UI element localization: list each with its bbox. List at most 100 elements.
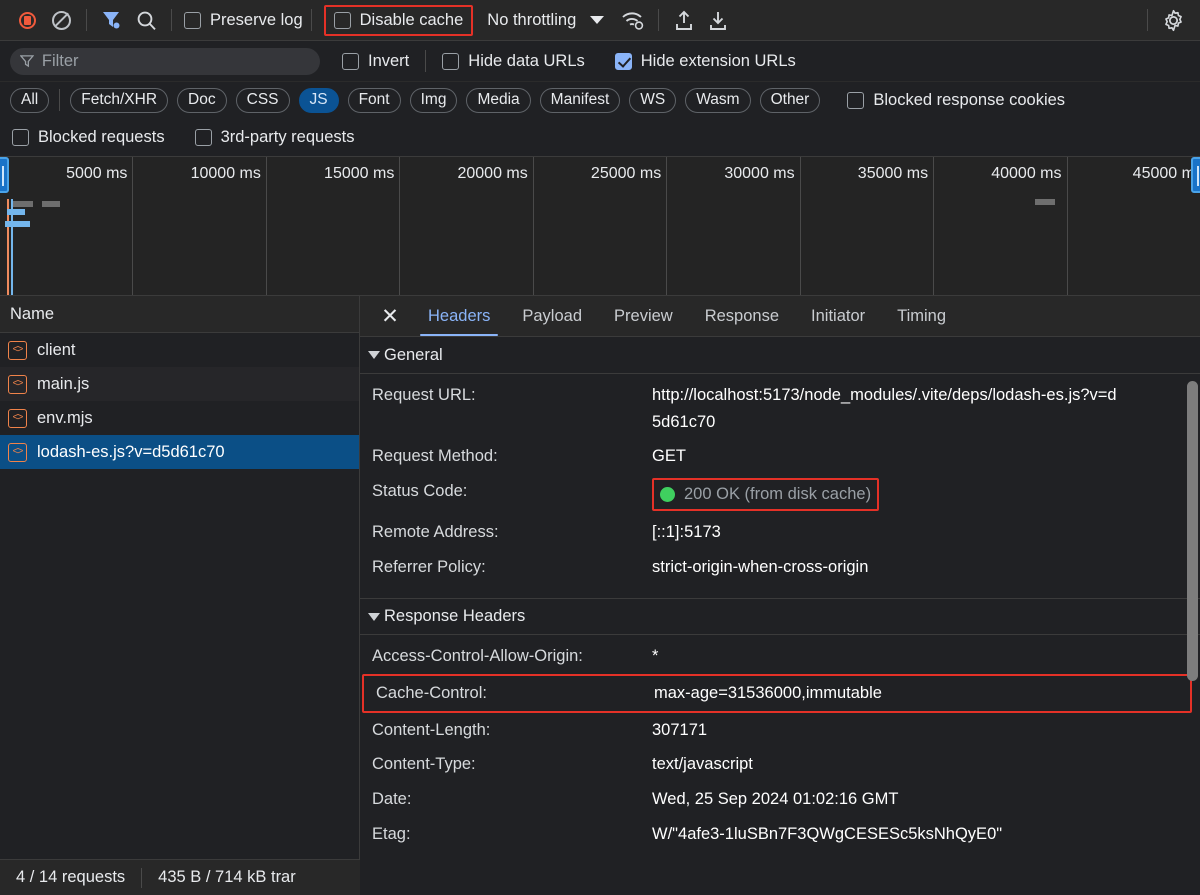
js-file-icon: <> — [8, 375, 27, 394]
third-party-requests-box[interactable] — [195, 129, 212, 146]
filter-funnel-icon[interactable] — [95, 3, 129, 37]
network-overview-timeline[interactable]: 5000 ms 10000 ms 15000 ms 20000 ms 25000… — [0, 156, 1200, 296]
header-value: max-age=31536000,immutable — [654, 680, 882, 707]
timeline-tick: 15000 ms — [267, 157, 400, 295]
general-section-header[interactable]: General — [360, 337, 1200, 374]
toolbar-divider-4 — [658, 9, 659, 31]
tab-timing[interactable]: Timing — [881, 296, 962, 336]
chip-css[interactable]: CSS — [236, 88, 290, 113]
header-row-cache-control: Cache-Control: max-age=31536000,immutabl… — [362, 674, 1192, 713]
timeline-tick: 30000 ms — [667, 157, 800, 295]
chip-manifest[interactable]: Manifest — [540, 88, 621, 113]
header-value[interactable]: http://localhost:5173/node_modules/.vite… — [652, 382, 1122, 435]
invert-label: Invert — [368, 52, 409, 71]
header-row-content-type: Content-Type: text/javascript — [360, 747, 1200, 782]
hide-extension-urls-box[interactable] — [615, 53, 632, 70]
tab-headers[interactable]: Headers — [412, 296, 506, 336]
chip-font[interactable]: Font — [348, 88, 401, 113]
header-key: Date: — [372, 786, 652, 813]
header-row-date: Date: Wed, 25 Sep 2024 01:02:16 GMT — [360, 782, 1200, 817]
preserve-log-checkbox[interactable]: Preserve log — [184, 11, 303, 30]
resource-type-filters: All Fetch/XHR Doc CSS JS Font Img Media … — [0, 82, 1200, 118]
header-row-request-url: Request URL: http://localhost:5173/node_… — [360, 374, 1200, 439]
headers-content: General Request URL: http://localhost:51… — [360, 337, 1200, 895]
chip-fetch-xhr[interactable]: Fetch/XHR — [70, 88, 168, 113]
chip-img[interactable]: Img — [410, 88, 458, 113]
timeline-left-handle[interactable] — [0, 157, 9, 193]
devtools-network-panel: Preserve log Disable cache No throttling — [0, 0, 1200, 895]
header-row-status-code: Status Code: 200 OK (from disk cache) — [360, 474, 1200, 515]
header-value: Wed, 25 Sep 2024 01:02:16 GMT — [652, 786, 898, 813]
blocked-requests-box[interactable] — [12, 129, 29, 146]
tab-response[interactable]: Response — [689, 296, 795, 336]
table-row[interactable]: <> client — [0, 333, 359, 367]
tab-payload[interactable]: Payload — [506, 296, 598, 336]
request-list-header[interactable]: Name — [0, 296, 359, 333]
response-headers-section-header[interactable]: Response Headers — [360, 598, 1200, 635]
network-conditions-icon[interactable] — [616, 3, 650, 37]
timeline-tick: 40000 ms — [934, 157, 1067, 295]
hide-data-urls-box[interactable] — [442, 53, 459, 70]
import-har-icon[interactable] — [667, 3, 701, 37]
filter-text-field[interactable] — [42, 52, 310, 71]
invert-box[interactable] — [342, 53, 359, 70]
response-headers-section-title: Response Headers — [384, 607, 525, 626]
header-key: Referrer Policy: — [372, 554, 652, 581]
close-icon[interactable]: ✕ — [368, 296, 412, 336]
hide-extension-urls-checkbox[interactable]: Hide extension URLs — [615, 52, 796, 71]
column-header-name: Name — [10, 305, 54, 324]
export-har-icon[interactable] — [701, 3, 735, 37]
blocked-requests-checkbox[interactable]: Blocked requests — [12, 128, 165, 147]
third-party-requests-checkbox[interactable]: 3rd-party requests — [195, 128, 355, 147]
chip-other[interactable]: Other — [760, 88, 821, 113]
invert-checkbox[interactable]: Invert — [342, 52, 409, 71]
header-key: Request URL: — [372, 382, 652, 409]
gear-icon[interactable] — [1156, 3, 1190, 37]
hide-data-urls-checkbox[interactable]: Hide data URLs — [442, 52, 584, 71]
request-count: 4 / 14 requests — [0, 868, 141, 887]
header-value: 200 OK (from disk cache) — [684, 481, 871, 508]
request-rows: <> client <> main.js <> env.mjs <> lodas… — [0, 333, 359, 895]
blocked-response-cookies-checkbox[interactable]: Blocked response cookies — [847, 91, 1065, 110]
tick-label: 10000 ms — [191, 165, 261, 183]
status-badge: 200 OK (from disk cache) — [652, 478, 879, 511]
detail-scrollbar[interactable] — [1187, 381, 1198, 681]
extra-filter-row: Blocked requests 3rd-party requests — [0, 118, 1200, 156]
request-list-pane: Name <> client <> main.js <> env.mjs <> … — [0, 296, 360, 895]
timeline-bar — [42, 201, 60, 207]
table-row[interactable]: <> lodash-es.js?v=d5d61c70 — [0, 435, 359, 469]
header-key: Remote Address: — [372, 519, 652, 546]
chip-media[interactable]: Media — [466, 88, 530, 113]
clear-icon[interactable] — [44, 3, 78, 37]
chip-all[interactable]: All — [10, 88, 49, 113]
search-input[interactable] — [10, 48, 320, 75]
tab-initiator[interactable]: Initiator — [795, 296, 881, 336]
tab-preview[interactable]: Preview — [598, 296, 689, 336]
chip-doc[interactable]: Doc — [177, 88, 227, 113]
chevron-down-icon — [590, 16, 604, 24]
timeline-request-bars — [0, 199, 200, 296]
timeline-bar — [1035, 199, 1055, 205]
chip-ws[interactable]: WS — [629, 88, 676, 113]
search-icon[interactable] — [129, 3, 163, 37]
preserve-log-box[interactable] — [184, 12, 201, 29]
header-value: 307171 — [652, 717, 707, 744]
throttling-dropdown[interactable]: No throttling — [487, 11, 604, 30]
timeline-right-handle[interactable] — [1191, 157, 1200, 193]
header-value: text/javascript — [652, 751, 753, 778]
chip-wasm[interactable]: Wasm — [685, 88, 750, 113]
table-row[interactable]: <> main.js — [0, 367, 359, 401]
blocked-response-cookies-label: Blocked response cookies — [873, 91, 1065, 110]
blocked-response-cookies-box[interactable] — [847, 92, 864, 109]
chip-js[interactable]: JS — [299, 88, 339, 113]
record-icon[interactable] — [10, 3, 44, 37]
table-row[interactable]: <> env.mjs — [0, 401, 359, 435]
disable-cache-box[interactable] — [334, 12, 351, 29]
header-value: strict-origin-when-cross-origin — [652, 554, 868, 581]
throttling-value: No throttling — [487, 11, 576, 30]
header-key: Content-Length: — [372, 717, 652, 744]
detail-tabs: ✕ Headers Payload Preview Response Initi… — [360, 296, 1200, 337]
js-file-icon: <> — [8, 409, 27, 428]
timeline-tick: 25000 ms — [534, 157, 667, 295]
disable-cache-checkbox[interactable]: Disable cache — [324, 5, 474, 36]
